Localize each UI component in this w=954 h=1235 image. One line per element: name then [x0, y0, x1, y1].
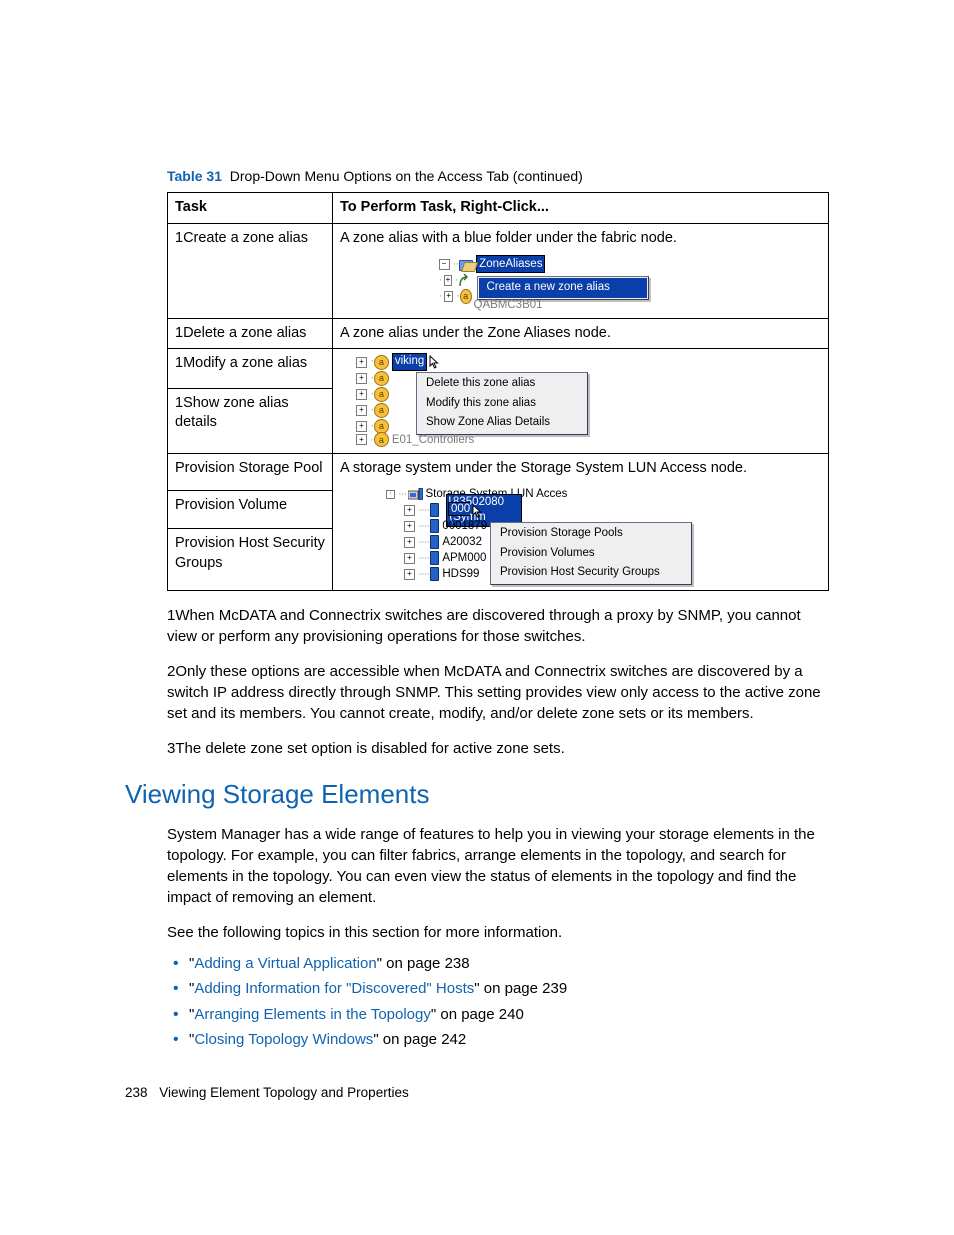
menu-item-modify-alias[interactable]: Modify this zone alias: [418, 394, 586, 414]
plus-icon[interactable]: +: [356, 434, 367, 445]
array-icon: [430, 535, 439, 549]
zone-icon: a: [374, 387, 389, 402]
plus-icon[interactable]: +: [404, 569, 415, 580]
screenshot-zone-alias-menu: + · a viking: [348, 354, 598, 448]
footnote-3: 3The delete zone set option is disabled …: [167, 738, 829, 759]
link-adding-discovered-hosts[interactable]: Adding Information for "Discovered" Host…: [194, 980, 474, 997]
context-menu: Provision Storage Pools Provision Volume…: [490, 522, 692, 585]
list-item: "Adding a Virtual Application" on page 2…: [189, 951, 829, 977]
menu-item-show-details[interactable]: Show Zone Alias Details: [418, 413, 586, 433]
cursor-icon: [472, 504, 482, 518]
menu-item-provision-host-groups[interactable]: Provision Host Security Groups: [492, 563, 690, 583]
footer-title: Viewing Element Topology and Properties: [159, 1085, 408, 1100]
table-caption: Table 31 Drop-Down Menu Options on the A…: [167, 168, 829, 184]
plus-icon[interactable]: +: [444, 291, 453, 302]
options-table: Task To Perform Task, Right-Click... 1Cr…: [167, 192, 829, 591]
plus-icon[interactable]: +: [404, 553, 415, 564]
plus-icon[interactable]: +: [356, 389, 367, 400]
plus-icon[interactable]: +: [404, 505, 415, 516]
footnote-1: 1When McDATA and Connectrix switches are…: [167, 605, 829, 647]
menu-item-provision-volumes[interactable]: Provision Volumes: [492, 544, 690, 564]
desc-text: A storage system under the Storage Syste…: [340, 460, 747, 476]
table-row: Provision Storage Pool A storage system …: [168, 453, 829, 491]
plus-icon[interactable]: +: [356, 373, 367, 384]
curve-icon: [459, 274, 472, 287]
tree-node[interactable]: A20032: [442, 534, 482, 550]
plus-icon[interactable]: +: [356, 421, 367, 432]
plus-icon[interactable]: +: [444, 275, 451, 286]
sel-left-part: 000: [448, 502, 470, 516]
plus-icon[interactable]: +: [404, 537, 415, 548]
minus-icon[interactable]: −: [439, 259, 450, 270]
minus-icon[interactable]: ·: [386, 490, 395, 499]
system-icon: [408, 488, 423, 500]
zone-icon: a: [374, 403, 389, 418]
zone-icon: a: [460, 289, 472, 304]
tree-node[interactable]: APM000: [442, 550, 486, 566]
topic-links: "Adding a Virtual Application" on page 2…: [167, 951, 829, 1053]
table-header-perform: To Perform Task, Right-Click...: [333, 193, 829, 224]
menu-item-delete-alias[interactable]: Delete this zone alias: [418, 374, 586, 394]
zone-icon: a: [374, 371, 389, 386]
array-icon: [430, 519, 439, 533]
task-cell: 1Delete a zone alias: [168, 318, 333, 349]
tree-node[interactable]: 0001879: [442, 518, 487, 534]
array-icon: [430, 567, 439, 581]
link-adding-virtual-app[interactable]: Adding a Virtual Application: [194, 955, 376, 972]
context-menu: Delete this zone alias Modify this zone …: [416, 372, 588, 435]
link-arranging-elements[interactable]: Arranging Elements in the Topology: [194, 1006, 431, 1023]
table-label: Table 31: [167, 168, 222, 184]
folder-icon: [459, 259, 473, 270]
link-closing-windows[interactable]: Closing Topology Windows: [194, 1031, 373, 1048]
task-cell: Provision Volume: [168, 491, 333, 529]
desc-cell: + · a viking: [333, 349, 829, 454]
task-cell: 1Modify a zone alias: [168, 349, 333, 389]
task-cell: Provision Storage Pool: [168, 453, 333, 491]
array-icon: [430, 551, 439, 565]
list-item: "Closing Topology Windows" on page 242: [189, 1027, 829, 1053]
link-suffix: " on page 240: [431, 1006, 524, 1023]
tree-node-zonealiases[interactable]: ZoneAliases: [476, 255, 545, 273]
footnote-2: 2Only these options are accessible when …: [167, 661, 829, 724]
page-number: 238: [125, 1085, 148, 1100]
table-header-task: Task: [168, 193, 333, 224]
table-caption-text: Drop-Down Menu Options on the Access Tab…: [230, 168, 583, 184]
table-row: 1Delete a zone alias A zone alias under …: [168, 318, 829, 349]
array-icon: [430, 503, 439, 517]
section-heading: Viewing Storage Elements: [125, 779, 829, 810]
tree-node-viking[interactable]: viking: [392, 353, 427, 371]
zone-icon: a: [374, 432, 389, 447]
plus-icon[interactable]: +: [356, 405, 367, 416]
desc-cell: A zone alias with a blue folder under th…: [333, 223, 829, 318]
table-row: 1Modify a zone alias + · a viking: [168, 349, 829, 389]
link-suffix: " on page 239: [474, 980, 567, 997]
body-paragraph: See the following topics in this section…: [167, 922, 829, 943]
menu-item-provision-pools[interactable]: Provision Storage Pools: [492, 524, 690, 544]
list-item: "Adding Information for "Discovered" Hos…: [189, 976, 829, 1002]
cursor-icon: [429, 355, 439, 369]
task-cell: 1Show zone alias details: [168, 388, 333, 453]
task-cell: 1Create a zone alias: [168, 223, 333, 318]
desc-cell: A zone alias under the Zone Aliases node…: [333, 318, 829, 349]
screenshot-create-alias: − ·· ZoneAliases · + ·: [439, 256, 723, 313]
table-row: 1Create a zone alias A zone alias with a…: [168, 223, 829, 318]
menu-item-create-alias[interactable]: Create a new zone alias: [479, 278, 647, 298]
task-cell: Provision Host Security Groups: [168, 529, 333, 591]
plus-icon[interactable]: +: [356, 357, 367, 368]
desc-text: A zone alias with a blue folder under th…: [340, 230, 677, 246]
link-suffix: " on page 238: [377, 955, 470, 972]
screenshot-storage-menu: · ··· Storage System LUN Acces +: [382, 486, 742, 585]
page-footer: 238 Viewing Element Topology and Propert…: [125, 1085, 409, 1100]
zone-icon: a: [374, 355, 389, 370]
tree-node-clipped: QABMC3B01: [474, 297, 543, 313]
tree-node[interactable]: HDS99: [442, 566, 479, 582]
desc-cell: A storage system under the Storage Syste…: [333, 453, 829, 590]
list-item: "Arranging Elements in the Topology" on …: [189, 1002, 829, 1028]
body-paragraph: System Manager has a wide range of featu…: [167, 824, 829, 908]
plus-icon[interactable]: +: [404, 521, 415, 532]
tree-node-clipped: E01_Controllers: [392, 432, 474, 448]
link-suffix: " on page 242: [373, 1031, 466, 1048]
